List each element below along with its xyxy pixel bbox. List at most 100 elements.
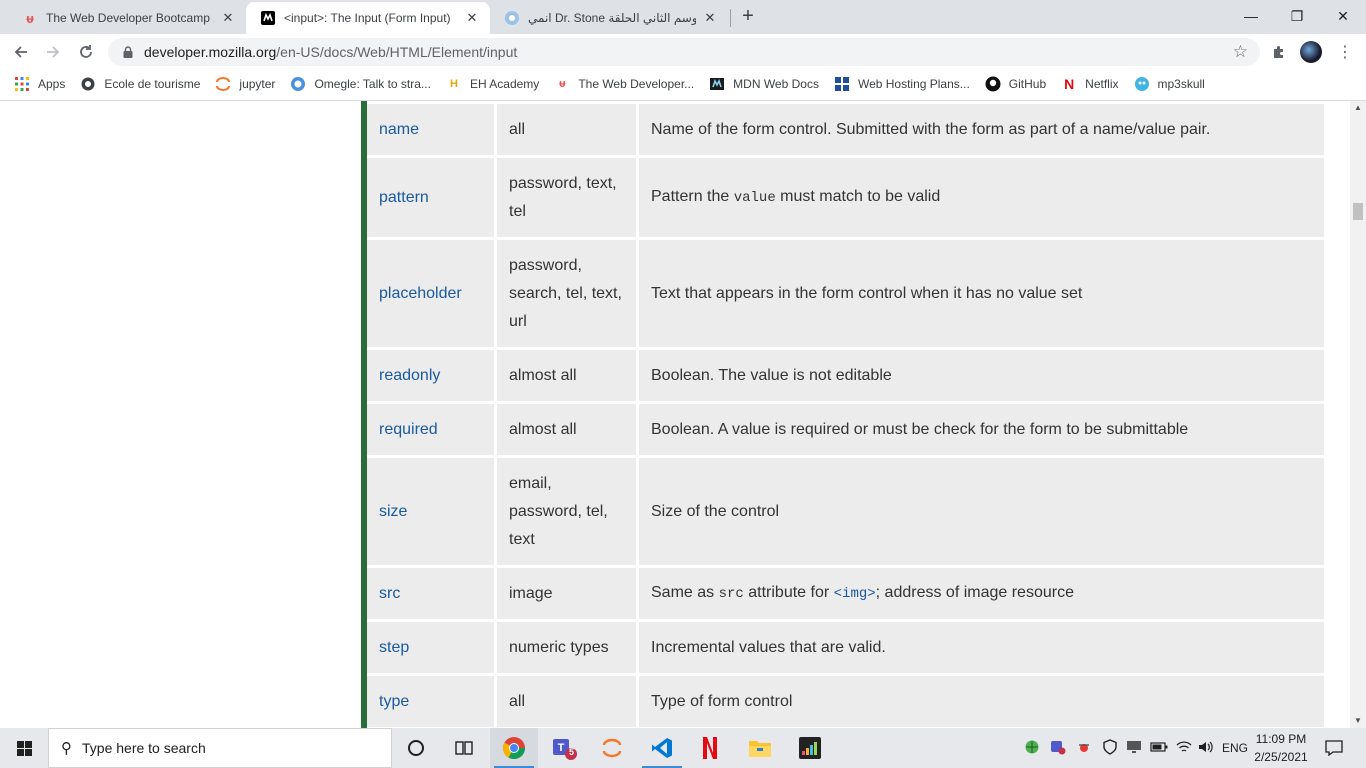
udemy-icon: ᵾ [559, 78, 566, 90]
bookmark-web-developer[interactable]: ᵾ The Web Developer... [554, 76, 694, 92]
bookmark-label: The Web Developer... [578, 77, 695, 91]
bookmark-github[interactable]: GitHub [985, 76, 1046, 92]
code-value: src [718, 586, 744, 602]
description-text: Same as [651, 584, 719, 601]
attribute-name[interactable]: pattern [367, 158, 497, 240]
close-window-button[interactable]: ✕ [1320, 0, 1366, 32]
chrome-taskbar-icon[interactable] [490, 728, 538, 768]
security-shield-icon[interactable] [1102, 738, 1118, 758]
attribute-types: image [497, 568, 639, 622]
bookmark-jupyter[interactable]: jupyter [215, 76, 275, 92]
display-tray-icon[interactable] [1126, 739, 1142, 758]
bookmark-eh-academy[interactable]: H EH Academy [446, 76, 539, 92]
attribute-types: numeric types [497, 622, 639, 676]
scroll-down-arrow-icon[interactable]: ▼ [1350, 714, 1366, 728]
mp3skull-icon [1134, 76, 1150, 92]
reload-button[interactable] [73, 39, 99, 65]
battery-icon[interactable] [1150, 741, 1168, 756]
extensions-puzzle-icon[interactable] [1268, 41, 1290, 63]
table-row: placeholder password, search, tel, text,… [367, 240, 1324, 350]
attribute-types: password, text, tel [497, 158, 639, 240]
attribute-name[interactable]: size [367, 458, 497, 568]
taskbar-clock[interactable]: 11:09 PM 2/25/2021 [1250, 730, 1312, 766]
start-button[interactable] [0, 728, 48, 768]
menu-kebab-icon[interactable]: ⋮ [1334, 41, 1356, 63]
img-element-link[interactable]: <img> [834, 586, 876, 602]
attribute-description: Incremental values that are valid. [639, 622, 1324, 676]
clock-date: 2/25/2021 [1254, 750, 1308, 764]
deezer-taskbar-icon[interactable] [786, 728, 834, 768]
minimize-button[interactable]: — [1228, 0, 1274, 32]
attribute-name[interactable]: src [367, 568, 497, 622]
table-row: step numeric types Incremental values th… [367, 622, 1324, 676]
input-language[interactable]: ENG [1222, 741, 1248, 755]
attribute-name[interactable]: step [367, 622, 497, 676]
omegle-icon [290, 76, 306, 92]
github-icon [985, 76, 1001, 92]
attribute-description: Size of the control [639, 458, 1324, 568]
notifications-icon[interactable] [1310, 728, 1358, 768]
table-row: readonly almost all Boolean. The value i… [367, 350, 1324, 404]
antivirus-tray-icon[interactable] [1076, 739, 1092, 758]
tab-web-dev-bootcamp[interactable]: ᵾ The Web Developer Bootcamp 20 ✕ [8, 2, 246, 34]
tab-mdn-input[interactable]: <input>: The Input (Form Input) ✕ [246, 2, 490, 34]
attribute-name[interactable]: readonly [367, 350, 497, 404]
page-scrollbar[interactable]: ▲ ▼ [1350, 101, 1366, 728]
bookmark-star-icon[interactable]: ☆ [1233, 42, 1248, 62]
profile-avatar[interactable] [1300, 41, 1322, 63]
bookmark-label: mp3skull [1157, 77, 1205, 91]
address-bar[interactable]: developer.mozilla.org/en-US/docs/Web/HTM… [108, 38, 1260, 66]
taskbar-search-box[interactable]: ⚲ Type here to search [48, 728, 392, 768]
attribute-name[interactable]: required [367, 404, 497, 458]
task-view-icon[interactable] [440, 728, 488, 768]
new-tab-button[interactable]: + [737, 5, 759, 27]
close-tab-icon[interactable]: ✕ [702, 10, 718, 26]
bookmark-mdn-web-docs[interactable]: MDN Web Docs [709, 76, 819, 92]
tab-title: انمي Dr. Stone الموسم الثاني الحلقة [528, 11, 696, 25]
table-row: pattern password, text, tel Pattern the … [367, 158, 1324, 240]
teams-tray-icon[interactable] [1050, 739, 1066, 758]
anime-site-icon [504, 10, 520, 26]
forward-button[interactable] [40, 39, 66, 65]
scroll-up-arrow-icon[interactable]: ▲ [1350, 101, 1366, 115]
search-icon: ⚲ [61, 740, 72, 757]
bookmark-ecole-de-tourisme[interactable]: Ecole de tourisme [80, 76, 200, 92]
bookmark-label: Apps [38, 77, 66, 91]
tab-title: <input>: The Input (Form Input) [284, 11, 451, 25]
table-row: name all Name of the form control. Submi… [367, 104, 1324, 158]
network-globe-icon[interactable] [1024, 739, 1040, 758]
close-tab-icon[interactable]: ✕ [220, 10, 236, 26]
attribute-description: Boolean. The value is not editable [639, 350, 1324, 404]
netflix-icon: N [1064, 76, 1075, 92]
windows-logo-icon [16, 740, 32, 756]
bookmark-apps[interactable]: Apps [14, 76, 65, 92]
restore-button[interactable]: ❐ [1274, 0, 1320, 32]
vscode-taskbar-icon[interactable] [638, 728, 686, 768]
attribute-name[interactable]: type [367, 676, 497, 728]
tab-dr-stone[interactable]: انمي Dr. Stone الموسم الثاني الحلقة ✕ [490, 2, 728, 34]
bookmark-label: GitHub [1008, 77, 1047, 91]
bookmark-web-hosting[interactable]: Web Hosting Plans... [834, 76, 970, 92]
close-tab-icon[interactable]: ✕ [464, 10, 480, 26]
description-text: must match to be valid [775, 188, 941, 205]
file-explorer-taskbar-icon[interactable] [736, 728, 784, 768]
netflix-taskbar-icon[interactable] [686, 728, 734, 768]
windows-taskbar: ⚲ Type here to search T 5 ENG 11:09 PM 2… [0, 728, 1366, 768]
system-tray: ENG [1024, 728, 1248, 768]
bookmark-omegle[interactable]: Omegle: Talk to stra... [290, 76, 431, 92]
volume-icon[interactable] [1198, 740, 1214, 757]
jupyter-taskbar-icon[interactable] [588, 728, 636, 768]
attribute-name[interactable]: placeholder [367, 240, 497, 350]
cortana-icon[interactable] [392, 728, 440, 768]
scrollbar-thumb[interactable] [1353, 203, 1363, 220]
forward-arrow-icon [47, 46, 60, 58]
attribute-name[interactable]: name [367, 104, 497, 158]
bookmark-label: Omegle: Talk to stra... [314, 77, 431, 91]
apps-grid-icon [14, 76, 30, 92]
tab-title: The Web Developer Bootcamp 20 [46, 11, 214, 25]
back-button[interactable] [8, 39, 34, 65]
bookmark-mp3skull[interactable]: mp3skull [1134, 76, 1205, 92]
wifi-icon[interactable] [1176, 740, 1192, 757]
teams-taskbar-icon[interactable]: T 5 [540, 728, 588, 768]
bookmark-netflix[interactable]: N Netflix [1061, 76, 1118, 92]
